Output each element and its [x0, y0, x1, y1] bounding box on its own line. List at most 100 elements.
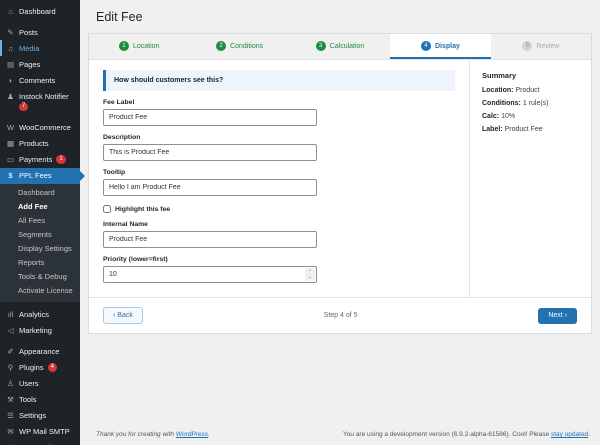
number-spinner[interactable]: ⌃⌄	[305, 268, 315, 281]
summary-key: Location:	[482, 87, 514, 94]
tooltip-label: Tooltip	[103, 169, 455, 176]
mail-icon: ✉	[6, 427, 15, 436]
step-number-circle: 5	[522, 41, 532, 51]
internal-name-input[interactable]	[103, 231, 317, 248]
pages-icon: ▤	[6, 60, 15, 69]
submenu-item-tools-debug[interactable]: Tools & Debug	[0, 270, 80, 284]
priority-input[interactable]	[103, 266, 317, 283]
footer-thankyou-period: .	[208, 431, 210, 438]
comments-icon: ◗	[6, 76, 15, 85]
sidebar-item-dashboard[interactable]: ⌂ Dashboard	[0, 3, 80, 19]
sidebar-item-label: PPL Fees	[19, 171, 52, 180]
sidebar-item-products[interactable]: ▦ Products	[0, 136, 80, 152]
admin-footer: Thank you for creating with WordPress. Y…	[96, 431, 590, 438]
payments-icon: ▭	[6, 155, 15, 164]
dashboard-icon: ⌂	[6, 7, 15, 16]
sidebar-item-ppl-fees[interactable]: $ PPL Fees	[0, 168, 80, 184]
description-input[interactable]	[103, 144, 317, 161]
step-tab-calculation[interactable]: 3 Calculation	[290, 34, 390, 59]
sidebar-item-woocommerce[interactable]: W WooCommerce	[0, 120, 80, 136]
highlight-checkbox[interactable]	[103, 205, 111, 213]
submenu-item-all-fees[interactable]: All Fees	[0, 214, 80, 228]
sidebar-item-comments[interactable]: ◗ Comments	[0, 72, 80, 88]
summary-panel: Summary Location: Product Conditions: 1 …	[469, 60, 599, 297]
sidebar-item-payments[interactable]: ▭ Payments 1	[0, 152, 80, 168]
summary-value: 10%	[499, 113, 515, 120]
sidebar-item-wp-mail-smtp[interactable]: ✉ WP Mail SMTP	[0, 424, 80, 440]
footer-version-period: .	[588, 431, 590, 438]
wordpress-link[interactable]: WordPress	[176, 431, 208, 438]
submenu-item-dashboard[interactable]: Dashboard	[0, 186, 80, 200]
sidebar-item-marketing[interactable]: ◁ Marketing	[0, 323, 80, 339]
sidebar-item-label: Media	[19, 44, 39, 53]
tools-icon: ⚒	[6, 395, 15, 404]
sidebar-item-label: Instock Notifier	[19, 92, 69, 101]
sidebar-item-label: Marketing	[19, 326, 52, 335]
summary-value: 1 rule(s)	[521, 100, 549, 107]
footer-version: You are using a development version (6.9…	[343, 431, 590, 438]
wizard-stepper: 1 Location 2 Conditions 3 Calculation 4 …	[89, 34, 591, 60]
submenu-item-activate-license[interactable]: Activate License	[0, 284, 80, 298]
stay-updated-link[interactable]: stay updated	[551, 431, 588, 438]
posts-icon: ✎	[6, 28, 15, 37]
sidebar-item-cwg-rules[interactable]: ⚙ CWG Rules	[0, 440, 80, 445]
submenu-item-reports[interactable]: Reports	[0, 256, 80, 270]
step-tab-display[interactable]: 4 Display	[390, 34, 490, 59]
plugins-icon: ⚲	[6, 363, 15, 372]
step-label: Review	[536, 43, 559, 50]
step-indicator: Step 4 of 5	[143, 312, 538, 319]
settings-icon: ☰	[6, 411, 15, 420]
fee-label-label: Fee Label	[103, 99, 455, 106]
spinner-down-icon[interactable]: ⌄	[308, 275, 312, 280]
sidebar-item-pages[interactable]: ▤ Pages	[0, 56, 80, 72]
step-label: Display	[435, 43, 460, 50]
sidebar-item-plugins[interactable]: ⚲ Plugins 4	[0, 360, 80, 376]
step-label: Location	[133, 43, 159, 50]
woocommerce-icon: W	[6, 123, 15, 132]
sidebar-item-media[interactable]: ♫ Media	[0, 40, 80, 56]
sidebar-item-analytics[interactable]: ıll Analytics	[0, 307, 80, 323]
next-button[interactable]: Next ›	[538, 308, 577, 324]
notification-badge: 4	[48, 363, 57, 372]
sidebar-item-label: WooCommerce	[19, 123, 71, 132]
footer-thankyou-text: Thank you for creating with	[96, 431, 176, 438]
marketing-icon: ◁	[6, 326, 15, 335]
sidebar-item-instock-notifier[interactable]: ♟ Instock Notifier 7	[0, 88, 80, 115]
sidebar-item-label: WP Mail SMTP	[19, 427, 70, 436]
wizard-body: How should customers see this? Fee Label…	[89, 60, 591, 297]
step-number-circle: 4	[421, 41, 431, 51]
admin-sidebar: ⌂ Dashboard ✎ Posts ♫ Media ▤ Pages ◗ Co…	[0, 0, 80, 445]
submenu-item-segments[interactable]: Segments	[0, 228, 80, 242]
media-icon: ♫	[6, 44, 15, 53]
sidebar-item-label: Products	[19, 139, 49, 148]
fee-wizard-card: 1 Location 2 Conditions 3 Calculation 4 …	[88, 33, 592, 334]
sidebar-item-users[interactable]: ♙ Users	[0, 376, 80, 392]
submenu-item-add-fee[interactable]: Add Fee	[0, 200, 80, 214]
sidebar-item-settings[interactable]: ☰ Settings	[0, 408, 80, 424]
summary-key: Conditions:	[482, 100, 521, 107]
internal-name-label: Internal Name	[103, 221, 455, 228]
submenu-item-display-settings[interactable]: Display Settings	[0, 242, 80, 256]
back-button[interactable]: ‹ Back	[103, 307, 143, 324]
sidebar-item-appearance[interactable]: ✐ Appearance	[0, 344, 80, 360]
main-content: Edit Fee 1 Location 2 Conditions 3 Calcu…	[80, 0, 600, 445]
priority-label: Priority (lower=first)	[103, 256, 455, 263]
step-label: Calculation	[330, 43, 365, 50]
wizard-footer: ‹ Back Step 4 of 5 Next ›	[89, 297, 591, 333]
step-tab-location[interactable]: 1 Location	[89, 34, 189, 59]
users-icon: ♙	[6, 379, 15, 388]
instock-notifier-icon: ♟	[6, 92, 15, 101]
fee-label-input[interactable]	[103, 109, 317, 126]
sidebar-item-label: Dashboard	[19, 7, 56, 16]
sidebar-item-label: Plugins	[19, 363, 44, 372]
summary-row-conditions: Conditions: 1 rule(s)	[482, 100, 587, 107]
tooltip-input[interactable]	[103, 179, 317, 196]
footer-thankyou: Thank you for creating with WordPress.	[96, 431, 210, 438]
summary-row-calc: Calc: 10%	[482, 113, 587, 120]
ppl-fees-icon: $	[6, 171, 15, 180]
sidebar-item-tools[interactable]: ⚒ Tools	[0, 392, 80, 408]
summary-title: Summary	[482, 71, 587, 80]
sidebar-item-posts[interactable]: ✎ Posts	[0, 24, 80, 40]
step-tab-conditions[interactable]: 2 Conditions	[189, 34, 289, 59]
step-tab-review[interactable]: 5 Review	[491, 34, 591, 59]
